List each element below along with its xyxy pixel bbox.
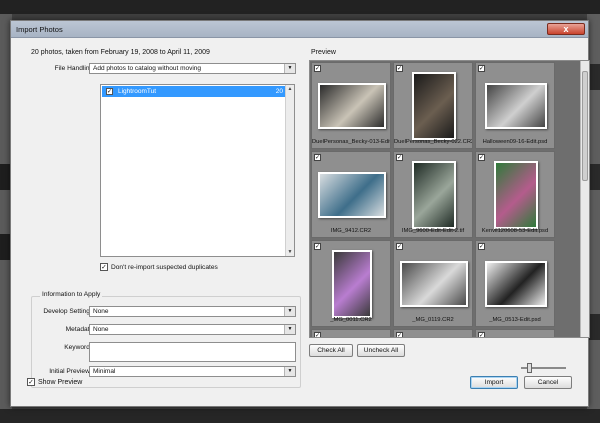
develop-settings-select[interactable]: None ▼ xyxy=(89,306,296,317)
photo-thumbnail[interactable] xyxy=(412,72,456,140)
photo-thumbnail[interactable] xyxy=(332,250,372,318)
develop-settings-label: Develop Settings: xyxy=(43,308,95,315)
photo-include-checkbox[interactable]: ✓ xyxy=(396,154,403,161)
photo-include-checkbox[interactable]: ✓ xyxy=(478,332,485,337)
dialog-title: Import Photos xyxy=(16,25,63,34)
preview-photo-cell[interactable]: ✓ DuelPersonas_Becky-013-Edit... xyxy=(311,62,391,149)
photo-image xyxy=(414,163,454,227)
photo-include-checkbox[interactable]: ✓ xyxy=(396,65,403,72)
import-button[interactable]: Import xyxy=(470,376,518,389)
dont-reimport-label: Don't re-import suspected duplicates xyxy=(111,264,218,271)
preview-photo-cell[interactable]: ✓ Halloween09-16-Edit.psd xyxy=(475,62,555,149)
photo-image xyxy=(487,263,545,305)
source-folder-list[interactable]: ✓ LightroomTut 20 ▲ ▼ xyxy=(100,84,295,257)
source-folder-item[interactable]: ✓ LightroomTut 20 xyxy=(102,86,286,97)
dont-reimport-checkbox[interactable]: ✓ xyxy=(100,263,108,271)
photo-thumbnail[interactable] xyxy=(400,261,468,307)
cancel-button[interactable]: Cancel xyxy=(524,376,572,389)
photo-thumbnail[interactable] xyxy=(494,161,538,229)
initial-previews-select[interactable]: Minimal ▼ xyxy=(89,366,296,377)
info-to-apply-title: Information to Apply xyxy=(40,291,103,298)
photo-thumbnail[interactable] xyxy=(485,83,547,129)
develop-settings-value: None xyxy=(93,308,109,315)
photo-thumbnail[interactable] xyxy=(318,172,386,218)
photo-summary: 20 photos, taken from February 19, 2008 … xyxy=(31,49,210,56)
photo-caption: _MG_0119.CR2 xyxy=(412,317,454,323)
preview-grid[interactable]: ✓ DuelPersonas_Becky-013-Edit... ✓ DuelPers… xyxy=(309,60,590,338)
scroll-up-icon[interactable]: ▲ xyxy=(286,85,294,93)
photo-caption: Halloween09-16-Edit.psd xyxy=(482,139,548,145)
metadata-value: None xyxy=(93,326,109,333)
photo-include-checkbox[interactable]: ✓ xyxy=(314,154,321,161)
preview-photo-cell[interactable]: ✓ _MG_0119.CR2 xyxy=(393,240,473,327)
preview-scroll-thumb[interactable] xyxy=(582,71,588,181)
chevron-down-icon: ▼ xyxy=(284,64,295,73)
background-bottom-bar xyxy=(0,409,600,423)
photo-caption: Kenvil120608-53-Edit.psd xyxy=(481,228,549,234)
photo-include-checkbox[interactable]: ✓ xyxy=(314,243,321,250)
preview-photo-cell[interactable]: ✓ DuelPersonas_Becky-022.CR2 xyxy=(393,62,473,149)
thumbnail-size-slider-thumb[interactable] xyxy=(527,363,532,373)
show-preview-checkbox[interactable]: ✓ xyxy=(27,378,35,386)
preview-photo-cell[interactable]: ✓ _MG_0513-Edit.psd xyxy=(475,240,555,327)
photo-image xyxy=(496,163,536,227)
source-folder-count: 20 xyxy=(275,88,283,95)
photo-caption: DuelPersonas_Becky-013-Edit... xyxy=(312,139,390,145)
file-handling-select[interactable]: Add photos to catalog without moving ▼ xyxy=(89,63,296,74)
keywords-label: Keywords: xyxy=(64,344,95,351)
check-all-button[interactable]: Check All xyxy=(309,344,353,357)
photo-image xyxy=(487,85,545,127)
photo-image xyxy=(402,263,466,305)
metadata-select[interactable]: None ▼ xyxy=(89,324,296,335)
close-icon: x xyxy=(563,24,569,34)
show-preview-label: Show Preview xyxy=(38,379,83,386)
chevron-down-icon: ▼ xyxy=(284,307,295,316)
preview-photo-cell[interactable]: ✓ _MG_0011.CR2 xyxy=(311,240,391,327)
photo-thumbnail[interactable] xyxy=(318,83,386,129)
preview-photo-cell[interactable]: ✓ xyxy=(475,329,555,337)
photo-thumbnail[interactable] xyxy=(485,261,547,307)
preview-photo-cell[interactable]: ✓ xyxy=(311,329,391,337)
import-photos-dialog: Import Photos x 20 photos, taken from Fe… xyxy=(10,20,590,407)
photo-caption: IMG_9412.CR2 xyxy=(330,228,372,234)
metadata-label: Metadata: xyxy=(65,326,95,333)
source-list-scrollbar[interactable]: ▲ ▼ xyxy=(285,85,294,256)
background-top-bar xyxy=(0,0,600,14)
preview-title: Preview xyxy=(311,49,336,56)
preview-photo-cell[interactable]: ✓ Kenvil120608-53-Edit.psd xyxy=(475,151,555,238)
chevron-down-icon: ▼ xyxy=(284,367,295,376)
file-handling-label: File Handling: xyxy=(54,65,95,72)
photo-include-checkbox[interactable]: ✓ xyxy=(396,243,403,250)
photo-include-checkbox[interactable]: ✓ xyxy=(478,65,485,72)
scroll-down-icon[interactable]: ▼ xyxy=(286,248,294,256)
photo-thumbnail[interactable] xyxy=(412,161,456,229)
photo-caption: IMG_9600-Edit-Edit-2.tif xyxy=(401,228,465,234)
photo-include-checkbox[interactable]: ✓ xyxy=(478,154,485,161)
uncheck-all-button[interactable]: Uncheck All xyxy=(357,344,405,357)
photo-include-checkbox[interactable]: ✓ xyxy=(314,65,321,72)
photo-image xyxy=(414,74,454,138)
initial-previews-value: Minimal xyxy=(93,368,116,375)
preview-photo-cell[interactable]: ✓ IMG_9412.CR2 xyxy=(311,151,391,238)
source-folder-name: LightroomTut xyxy=(118,88,157,95)
photo-include-checkbox[interactable]: ✓ xyxy=(396,332,403,337)
chevron-down-icon: ▼ xyxy=(284,325,295,334)
photo-caption: _MG_0011.CR2 xyxy=(330,317,372,323)
preview-scrollbar[interactable] xyxy=(580,61,589,337)
photo-caption: DuelPersonas_Becky-022.CR2 xyxy=(394,139,472,145)
preview-photo-cell[interactable]: ✓ IMG_9600-Edit-Edit-2.tif xyxy=(393,151,473,238)
preview-photo-cell[interactable]: ✓ xyxy=(393,329,473,337)
photo-caption: _MG_0513-Edit.psd xyxy=(489,317,541,323)
source-folder-checkbox[interactable]: ✓ xyxy=(106,88,113,95)
photo-include-checkbox[interactable]: ✓ xyxy=(314,332,321,337)
close-button[interactable]: x xyxy=(547,23,585,35)
photo-image xyxy=(320,174,384,216)
photo-include-checkbox[interactable]: ✓ xyxy=(478,243,485,250)
dialog-titlebar[interactable]: Import Photos x xyxy=(11,21,588,38)
photo-image xyxy=(320,85,384,127)
keywords-input[interactable] xyxy=(89,342,296,362)
file-handling-value: Add photos to catalog without moving xyxy=(93,65,202,72)
initial-previews-label: Initial Previews: xyxy=(49,368,95,375)
photo-image xyxy=(334,252,370,316)
